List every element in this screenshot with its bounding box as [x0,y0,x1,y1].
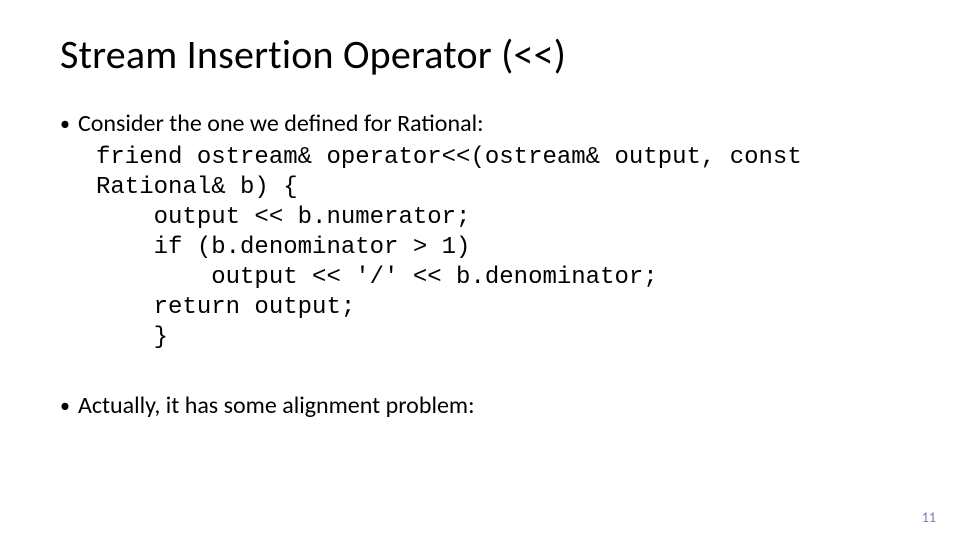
code-line-7: } [96,324,168,351]
bullet-text-2: Actually, it has some alignment problem: [78,391,475,421]
code-block: friend ostream& operator<<(ostream& outp… [96,143,900,353]
page-number: 11 [922,509,936,526]
code-line-2: Rational& b) { [96,174,298,201]
slide-body: • Consider the one we defined for Ration… [60,109,900,421]
bullet-text-1: Consider the one we defined for Rational… [78,109,484,139]
bullet-item-1: • Consider the one we defined for Ration… [60,109,900,139]
code-line-1: friend ostream& operator<<(ostream& outp… [96,144,802,171]
code-line-5: output << '/' << b.denominator; [96,264,658,291]
bullet-dot-icon: • [60,109,70,139]
code-line-3: output << b.numerator; [96,204,470,231]
code-line-4: if (b.denominator > 1) [96,234,470,261]
bullet-dot-icon: • [60,391,70,421]
slide-title: Stream Insertion Operator (<<) [60,30,900,79]
slide: Stream Insertion Operator (<<) • Conside… [0,0,960,540]
bullet-item-2: • Actually, it has some alignment proble… [60,391,900,421]
code-line-6: return output; [96,294,355,321]
